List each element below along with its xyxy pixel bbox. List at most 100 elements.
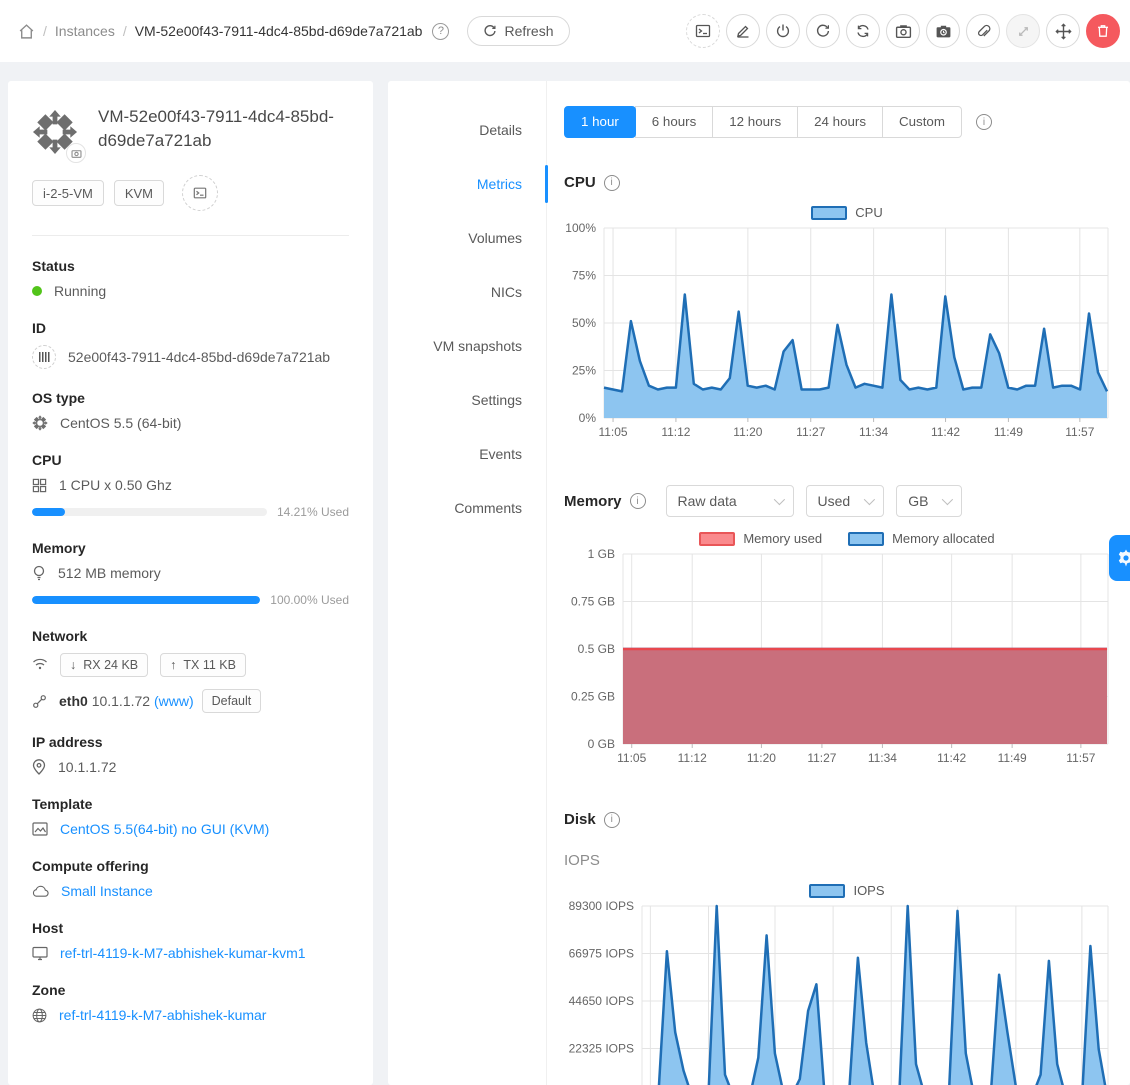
status-value: Running (54, 283, 106, 299)
range-6-hours[interactable]: 6 hours (635, 106, 713, 138)
tab-metrics[interactable]: Metrics (388, 157, 546, 211)
recurring-snapshot-button[interactable] (926, 14, 960, 48)
settings-drawer-button[interactable] (1109, 535, 1130, 581)
cpu-legend: CPU (564, 205, 1130, 220)
cpu-info-icon[interactable]: i (604, 175, 620, 191)
nic-network-link[interactable]: (www) (154, 693, 194, 709)
vm-detail-card: DetailsMetricsVolumesNICsVM snapshotsSet… (388, 81, 1130, 1085)
svg-text:75%: 75% (572, 269, 596, 283)
cpu-progress-bar (32, 508, 267, 516)
attach-iso-button[interactable] (966, 14, 1000, 48)
svg-text:11:27: 11:27 (796, 425, 825, 439)
nic-name: eth0 (59, 693, 88, 709)
breadcrumb-instances[interactable]: Instances (55, 23, 115, 39)
power-off-icon (775, 23, 791, 39)
detail-nav: DetailsMetricsVolumesNICsVM snapshotsSet… (388, 81, 547, 1085)
memory-legend: Memory usedMemory allocated (564, 531, 1130, 546)
edit-button[interactable] (726, 14, 760, 48)
disk-chart-title: Disk (564, 811, 596, 828)
top-header: / Instances / VM-52e00f43-7911-4dc4-85bd… (0, 0, 1130, 62)
range-1-hour[interactable]: 1 hour (564, 106, 636, 138)
svg-text:11:34: 11:34 (859, 425, 888, 439)
svg-text:11:57: 11:57 (1065, 425, 1094, 439)
chevron-down-icon (864, 494, 875, 505)
stop-button[interactable] (766, 14, 800, 48)
help-icon[interactable]: ? (432, 23, 449, 40)
console-shortcut-button[interactable] (182, 175, 218, 211)
svg-text:11:20: 11:20 (747, 751, 776, 765)
cpu-chart: 0%25%50%75%100%11:0511:1211:2011:2711:34… (564, 222, 1130, 445)
host-monitor-icon (32, 946, 48, 961)
range-24-hours[interactable]: 24 hours (797, 106, 883, 138)
console-icon (695, 23, 711, 39)
camera-clock-icon (935, 23, 952, 40)
host-link[interactable]: ref-trl-4119-k-M7-abhishek-kumar-kvm1 (60, 945, 306, 961)
network-section: Network ↓RX 24 KB ↑TX 11 KB eth0 10.1.1.… (32, 628, 349, 713)
cloud-icon (32, 885, 49, 898)
reinstall-button[interactable] (846, 14, 880, 48)
os-logo (32, 109, 78, 155)
tab-nics[interactable]: NICs (388, 265, 546, 319)
memory-filter-group: Raw data Used GB (654, 485, 963, 517)
svg-text:66975 IOPS: 66975 IOPS (569, 947, 634, 961)
disk-info-icon[interactable]: i (604, 812, 620, 828)
host-section: Host ref-trl-4119-k-M7-abhishek-kumar-kv… (32, 920, 349, 961)
tab-comments[interactable]: Comments (388, 481, 546, 535)
scale-icon (1016, 24, 1031, 39)
tab-volumes[interactable]: Volumes (388, 211, 546, 265)
nic-default-chip: Default (202, 689, 262, 713)
action-toolbar (686, 14, 1120, 48)
select-raw-data[interactable]: Raw data (666, 485, 794, 517)
migrate-button[interactable] (1046, 14, 1080, 48)
refresh-button[interactable]: Refresh (467, 16, 569, 46)
camera-badge-icon[interactable] (66, 143, 86, 163)
time-range-group: 1 hour6 hours12 hours24 hoursCustom (564, 106, 962, 138)
svg-text:11:05: 11:05 (598, 425, 627, 439)
snapshot-button[interactable] (886, 14, 920, 48)
svg-text:44650 IOPS: 44650 IOPS (569, 994, 634, 1008)
vm-id-value: 52e00f43-7911-4dc4-85bd-d69de7a721ab (68, 349, 330, 365)
ip-value: 10.1.1.72 (58, 759, 116, 775)
svg-text:50%: 50% (572, 316, 596, 330)
status-running-dot (32, 286, 42, 296)
tab-vm-snapshots[interactable]: VM snapshots (388, 319, 546, 373)
chevron-down-icon (773, 494, 784, 505)
svg-text:22325 IOPS: 22325 IOPS (569, 1042, 634, 1056)
select-gb[interactable]: GB (896, 485, 962, 517)
select-used[interactable]: Used (806, 485, 885, 517)
svg-text:11:49: 11:49 (998, 751, 1027, 765)
destroy-button[interactable] (1086, 14, 1120, 48)
template-link[interactable]: CentOS 5.5(64-bit) no GUI (KVM) (60, 821, 269, 837)
disk-chart-block: Disk i IOPS IOPS 0 IOPS22325 IOPS44650 I… (564, 811, 1130, 1085)
range-info-icon[interactable]: i (976, 114, 992, 130)
svg-text:11:34: 11:34 (868, 751, 897, 765)
camera-icon (895, 23, 912, 40)
reboot-icon (815, 23, 831, 39)
vm-info-card: VM-52e00f43-7911-4dc4-85bd-d69de7a721ab … (8, 81, 373, 1085)
memory-chart-block: Memory i Raw dataUsedGB Memory usedMemor… (564, 485, 1130, 771)
console-button[interactable] (686, 14, 720, 48)
svg-text:11:12: 11:12 (678, 751, 707, 765)
sync-icon (855, 23, 871, 39)
svg-text:25%: 25% (572, 364, 596, 378)
tab-events[interactable]: Events (388, 427, 546, 481)
template-section: Template CentOS 5.5(64-bit) no GUI (KVM) (32, 796, 349, 837)
memory-info-icon[interactable]: i (630, 493, 646, 509)
iops-subtitle: IOPS (564, 852, 1130, 869)
svg-text:11:12: 11:12 (661, 425, 690, 439)
reboot-button[interactable] (806, 14, 840, 48)
legend-cpu: CPU (811, 205, 882, 220)
memory-used-text: 100.00% Used (270, 593, 349, 607)
tab-settings[interactable]: Settings (388, 373, 546, 427)
tab-details[interactable]: Details (388, 103, 546, 157)
svg-text:0 GB: 0 GB (588, 737, 615, 751)
zone-link[interactable]: ref-trl-4119-k-M7-abhishek-kumar (59, 1007, 266, 1023)
svg-text:11:42: 11:42 (931, 425, 960, 439)
breadcrumb: / Instances / VM-52e00f43-7911-4dc4-85bd… (18, 16, 570, 46)
home-icon[interactable] (18, 23, 35, 40)
offering-link[interactable]: Small Instance (61, 883, 153, 899)
location-pin-icon (32, 759, 46, 775)
range-custom[interactable]: Custom (882, 106, 962, 138)
cpu-used-text: 14.21% Used (277, 505, 349, 519)
range-12-hours[interactable]: 12 hours (712, 106, 798, 138)
